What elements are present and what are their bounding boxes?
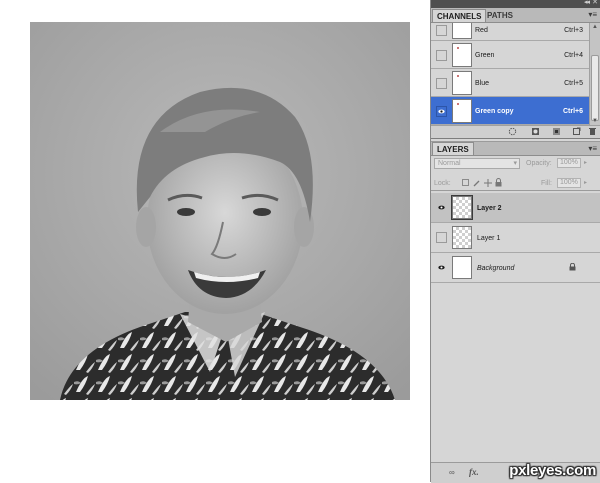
layers-panel-menu-icon[interactable]: ▾≡ xyxy=(588,143,597,154)
fill-field[interactable]: 100% xyxy=(557,178,581,188)
channels-tab-bar: CHANNELS PATHS ▾≡ xyxy=(431,8,600,23)
scroll-up-icon[interactable]: ▲ xyxy=(592,24,598,30)
opacity-arrow-icon[interactable]: ▸ xyxy=(584,159,587,166)
portrait-image xyxy=(30,22,410,400)
scroll-down-icon[interactable]: ▼ xyxy=(592,118,598,124)
blend-mode-value: Normal xyxy=(438,160,461,167)
panels-dock: ◂◂ ✕ CHANNELS PATHS ▾≡ Red Ctrl+3 Green … xyxy=(430,0,600,483)
layer-row-background[interactable]: Background xyxy=(431,253,600,283)
channel-row-green[interactable]: Green Ctrl+4 xyxy=(431,41,589,69)
channel-shortcut: Ctrl+6 xyxy=(562,108,583,115)
channel-name: Green copy xyxy=(475,108,514,115)
channel-name: Red xyxy=(475,27,488,34)
layer-thumbnail xyxy=(452,256,472,279)
mask-icon[interactable] xyxy=(552,127,561,136)
layers-tab-bar: LAYERS ▾≡ xyxy=(431,141,600,156)
eye-icon xyxy=(438,109,445,114)
channel-shortcut: Ctrl+4 xyxy=(564,52,583,59)
layer-row-layer-1[interactable]: Layer 1 xyxy=(431,223,600,253)
visibility-toggle[interactable] xyxy=(436,232,447,243)
lock-icon xyxy=(569,263,576,271)
channel-thumbnail xyxy=(452,23,472,39)
lock-all-icon[interactable] xyxy=(495,178,502,187)
channel-name: Green xyxy=(475,52,495,59)
load-selection-icon[interactable] xyxy=(508,127,517,136)
panel-titlebar: ◂◂ ✕ xyxy=(431,0,600,8)
save-selection-icon[interactable] xyxy=(531,127,540,136)
layer-thumbnail xyxy=(452,226,472,249)
layer-style-fx-button[interactable]: fx. xyxy=(469,467,479,477)
fill-value: 100% xyxy=(560,179,578,186)
lock-transparent-pixels-icon[interactable] xyxy=(462,179,469,186)
close-panel-icon[interactable]: ✕ xyxy=(592,0,598,6)
document-canvas[interactable] xyxy=(30,22,410,400)
channel-row-green-copy[interactable]: Green copy Ctrl+6 xyxy=(431,97,589,125)
visibility-toggle[interactable] xyxy=(436,78,447,89)
visibility-toggle[interactable] xyxy=(436,202,447,213)
opacity-value: 100% xyxy=(560,159,578,166)
channel-list: Red Ctrl+3 Green Ctrl+4 Blue Ctrl+5 Gree… xyxy=(431,23,589,125)
eye-icon xyxy=(438,205,445,210)
opacity-label: Opacity: xyxy=(526,160,552,167)
channel-thumbnail xyxy=(452,71,472,95)
fill-arrow-icon[interactable]: ▸ xyxy=(584,179,587,186)
layer-name: Background xyxy=(477,265,515,272)
channel-name: Blue xyxy=(475,80,490,87)
lock-image-pixels-icon[interactable] xyxy=(473,179,481,187)
visibility-toggle[interactable] xyxy=(436,106,447,117)
channel-shortcut: Ctrl+3 xyxy=(564,27,583,34)
lock-label: Lock: xyxy=(434,180,451,187)
link-layers-icon[interactable]: ∞ xyxy=(449,468,455,477)
visibility-toggle[interactable] xyxy=(436,50,447,61)
layer-row-layer-2[interactable]: Layer 2 xyxy=(431,193,600,223)
channel-thumbnail xyxy=(452,43,472,67)
channel-row-blue[interactable]: Blue Ctrl+5 xyxy=(431,69,589,97)
lock-position-icon[interactable] xyxy=(484,179,492,187)
collapse-panels-icon[interactable]: ◂◂ xyxy=(584,0,590,6)
layer-name: Layer 1 xyxy=(477,235,501,242)
watermark: pxleyes.com xyxy=(509,462,596,479)
tab-layers[interactable]: LAYERS xyxy=(432,142,474,155)
eye-icon xyxy=(438,265,445,270)
blend-mode-select[interactable]: Normal ▾ xyxy=(434,158,520,169)
trash-icon[interactable] xyxy=(588,127,597,136)
layer-list: Layer 2 Layer 1 Background xyxy=(431,190,600,463)
tab-channels[interactable]: CHANNELS xyxy=(432,9,487,22)
channels-scrollbar[interactable]: ▲ ▼ xyxy=(589,23,600,125)
channel-shortcut: Ctrl+5 xyxy=(564,80,583,87)
tab-paths[interactable]: PATHS xyxy=(483,9,517,22)
chevron-down-icon: ▾ xyxy=(513,160,517,167)
layer-options: Normal ▾ Opacity: 100% ▸ Lock: Fill: 100… xyxy=(431,156,600,190)
fill-label: Fill: xyxy=(541,180,552,187)
opacity-field[interactable]: 100% xyxy=(557,158,581,168)
visibility-toggle[interactable] xyxy=(436,262,447,273)
channels-toolbar xyxy=(431,125,600,139)
layer-thumbnail xyxy=(451,195,473,220)
channels-panel-menu-icon[interactable]: ▾≡ xyxy=(588,9,597,20)
visibility-toggle[interactable] xyxy=(436,25,447,36)
layer-name: Layer 2 xyxy=(477,205,502,212)
new-channel-icon[interactable] xyxy=(572,127,581,136)
scroll-thumb[interactable] xyxy=(591,55,599,121)
channel-row-red[interactable]: Red Ctrl+3 xyxy=(431,23,589,41)
channel-thumbnail xyxy=(452,99,472,123)
